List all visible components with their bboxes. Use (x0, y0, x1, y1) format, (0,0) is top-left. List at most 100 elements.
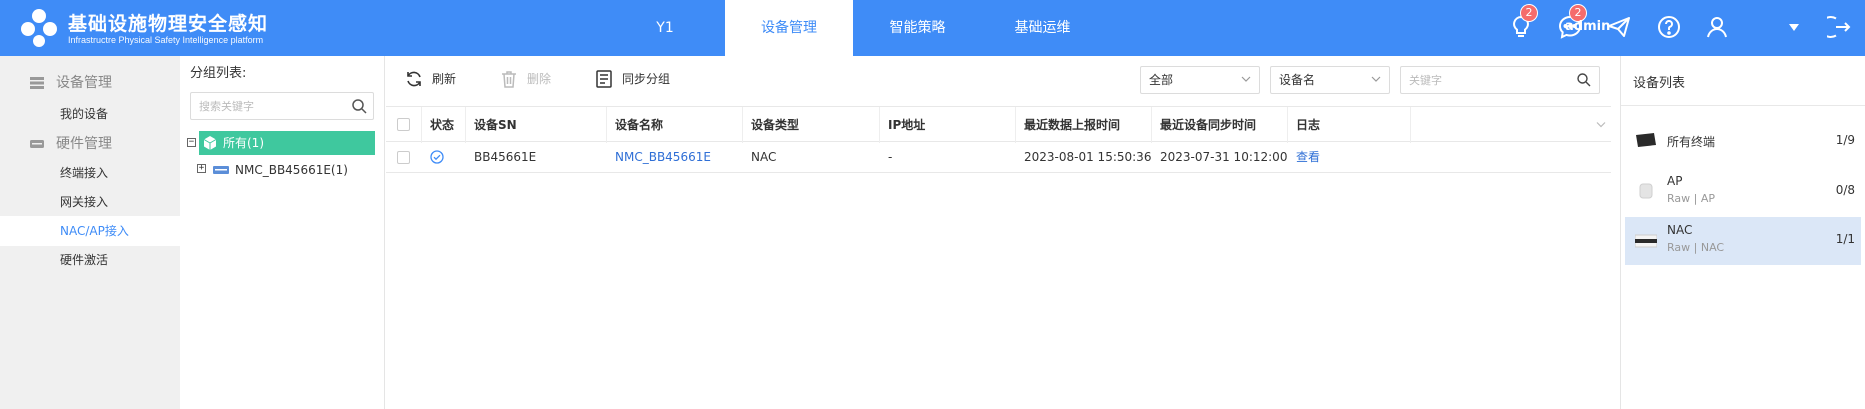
group-list-title: 分组列表: (190, 66, 247, 81)
refresh-button[interactable]: 刷新 (404, 68, 464, 90)
logout-icon (1819, 16, 1851, 38)
column-header-ip: IP地址 (880, 107, 1016, 143)
table-header: 状态 设备SN 设备名称 设备类型 IP地址 最近数据上报时间 最近设备同步时间… (386, 106, 1611, 143)
delete-button[interactable]: 删除 (499, 68, 559, 90)
search-icon[interactable] (1577, 73, 1591, 87)
top-navigation-bar: 基础设施物理安全感知 Infrastructre Physical Safety… (0, 0, 1865, 56)
sync-group-button[interactable]: 同步分组 (594, 68, 684, 90)
sidebar-item-gateway-access[interactable]: 网关接入 (0, 187, 180, 217)
terminal-device-icon (1636, 133, 1656, 147)
column-header-last-report: 最近数据上报时间 (1016, 107, 1152, 143)
field-select[interactable]: 设备名 (1270, 66, 1390, 94)
check-circle-icon (430, 150, 444, 164)
header-checkbox-cell (386, 107, 422, 143)
tree-node-label: 所有(1) (223, 136, 264, 150)
keyword-input[interactable] (1401, 67, 1566, 93)
caret-down-icon[interactable] (1789, 24, 1799, 31)
device-icon (213, 166, 229, 174)
column-header-type: 设备类型 (743, 107, 880, 143)
sidebar-group-label: 设备管理 (56, 75, 112, 91)
cube-icon (203, 136, 217, 150)
view-log-link[interactable]: 查看 (1288, 142, 1411, 172)
app-title: 基础设施物理安全感知 (68, 13, 269, 35)
cell-last-sync: 2023-07-31 10:12:00 (1160, 150, 1288, 164)
row-checkbox[interactable] (397, 151, 410, 164)
field-select-value: 设备名 (1279, 73, 1316, 87)
list-icon (30, 77, 44, 89)
user-menu-button[interactable] (1704, 14, 1730, 40)
device-list-item-ap[interactable]: AP Raw | AP 0/8 (1625, 168, 1861, 216)
group-search-box (190, 92, 374, 120)
tab-device-management[interactable]: 设备管理 (725, 0, 853, 56)
column-header-sn: 设备SN (466, 107, 607, 143)
delete-label: 删除 (527, 72, 552, 86)
ap-device-icon (1639, 183, 1653, 199)
user-icon (1707, 17, 1727, 38)
group-search-input[interactable] (191, 93, 341, 119)
tab-smart-strategy[interactable]: 智能策略 (870, 0, 965, 56)
sidebar-group-hardware-management[interactable]: 硬件管理 (0, 129, 180, 159)
device-list-item-count: 0/8 (1835, 183, 1855, 197)
sidebar-item-hardware-activation[interactable]: 硬件激活 (0, 245, 180, 275)
device-list-item-name: 所有终端 (1667, 135, 1716, 149)
status-cell (422, 142, 466, 172)
logout-button[interactable] (1819, 14, 1853, 40)
document-icon (596, 70, 612, 88)
refresh-label: 刷新 (432, 72, 457, 86)
device-list-item-count: 1/1 (1835, 232, 1855, 246)
filter-select-value: 全部 (1149, 73, 1174, 87)
lightbulb-button[interactable]: 2 (1508, 4, 1538, 40)
chevron-down-icon (1241, 76, 1251, 82)
device-list-item-all-terminals[interactable]: 所有终端 1/9 (1625, 116, 1861, 164)
help-button[interactable] (1656, 14, 1682, 40)
table-row[interactable]: BB45661E NMC_BB45661E NAC - 2023-08-01 1… (386, 142, 1611, 173)
sync-group-label: 同步分组 (622, 72, 671, 86)
search-icon[interactable] (352, 99, 367, 114)
column-header-last-sync: 最近设备同步时间 (1152, 107, 1288, 143)
device-list-title: 设备列表 (1633, 76, 1686, 91)
hardware-icon (30, 140, 44, 148)
chevron-down-icon[interactable] (1596, 121, 1606, 129)
device-list-item-subtitle: Raw | AP (1667, 192, 1715, 205)
tab-y1[interactable]: Y1 (620, 0, 710, 56)
sidebar-group-label: 硬件管理 (56, 136, 112, 152)
device-list-panel: 设备列表 所有终端 1/9 AP Raw | AP 0/8 NAC Raw | … (1620, 56, 1865, 409)
cell-last-report: 2023-08-01 15:50:36 (1024, 150, 1152, 164)
logo-icon (21, 9, 57, 47)
filter-select[interactable]: 全部 (1140, 66, 1260, 94)
sidebar-item-nac-ap-access[interactable]: NAC/AP接入 (0, 216, 180, 246)
main-content: 刷新 删除 同步分组 全部 设备名 状态 设备SN 设备名称 设备类型 IP地址… (386, 56, 1611, 409)
tree-expand-toggle[interactable]: + (197, 164, 206, 173)
cell-type: NAC (751, 150, 777, 164)
help-icon (1658, 16, 1680, 38)
sidebar-group-device-management[interactable]: 设备管理 (0, 68, 180, 98)
tree-collapse-toggle[interactable]: − (187, 138, 196, 147)
tree-node-all[interactable]: 所有(1) (199, 131, 375, 155)
divider (1621, 105, 1865, 106)
column-header-name: 设备名称 (607, 107, 743, 143)
refresh-icon (407, 71, 421, 87)
column-header-status: 状态 (422, 107, 466, 143)
trash-icon (502, 71, 516, 88)
sidebar: 设备管理 我的设备 硬件管理 终端接入 网关接入 NAC/AP接入 硬件激活 (0, 56, 180, 409)
nac-device-icon (1635, 234, 1657, 248)
row-checkbox-cell (386, 142, 422, 172)
sidebar-item-terminal-access[interactable]: 终端接入 (0, 158, 180, 188)
sidebar-item-my-devices[interactable]: 我的设备 (0, 99, 180, 129)
chevron-down-icon (1371, 76, 1381, 82)
group-panel: 分组列表: − 所有(1) + NMC_BB45661E(1) (180, 56, 385, 409)
select-all-checkbox[interactable] (397, 118, 410, 131)
cell-ip: - (888, 150, 893, 164)
device-list-item-name: NAC (1667, 223, 1693, 237)
username[interactable]: admin (1565, 19, 1610, 34)
tree-node-label: NMC_BB45661E(1) (235, 163, 348, 177)
tab-basic-ops[interactable]: 基础运维 (995, 0, 1090, 56)
notification-badge: 2 (1520, 4, 1538, 22)
cell-sn: BB45661E (474, 150, 537, 164)
keyword-search-box (1400, 66, 1600, 94)
column-header-log: 日志 (1288, 107, 1411, 143)
app-subtitle: Infrastructre Physical Safety Intelligen… (68, 35, 264, 45)
device-list-item-nac[interactable]: NAC Raw | NAC 1/1 (1625, 217, 1861, 265)
cell-device-name-link[interactable]: NMC_BB45661E (607, 142, 743, 172)
device-list-item-count: 1/9 (1835, 133, 1855, 147)
